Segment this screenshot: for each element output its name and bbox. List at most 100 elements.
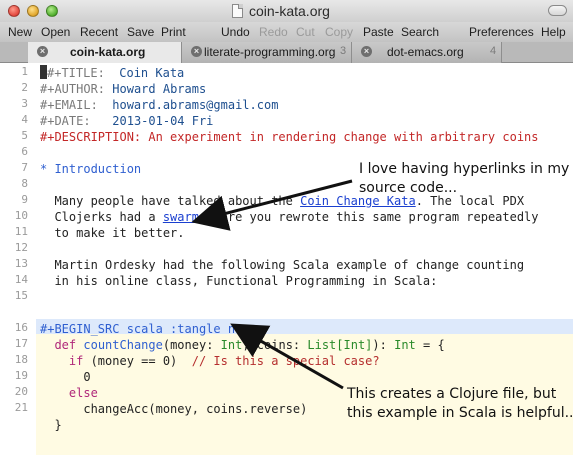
keyword-key: #+TITLE:: [47, 66, 105, 80]
close-tab-icon[interactable]: ×: [37, 46, 48, 57]
line-number: 13: [14, 257, 28, 270]
line-number: 6: [21, 145, 28, 158]
annotation-line: This creates a Clojure file, but: [347, 386, 557, 402]
code-text: ):: [372, 338, 395, 352]
line-number: 1: [21, 65, 28, 78]
code-line: changeAcc(money, coins.reverse): [40, 401, 307, 417]
code-keyword: if: [68, 354, 84, 368]
tab-number: 3: [340, 45, 347, 57]
swarm-link[interactable]: swarm: [163, 210, 199, 224]
tab-coin-kata[interactable]: × coin-kata.org: [28, 42, 182, 64]
line-number: 14: [14, 273, 28, 286]
code-line: #+DATE: 2013-01-04 Fri: [40, 113, 213, 129]
text: Clojerks had a: [40, 210, 163, 224]
line-number: 3: [21, 97, 28, 110]
code-line: else: [40, 385, 98, 401]
annotation-line: this example in Scala is helpful..: [347, 405, 573, 421]
line-number: 12: [14, 241, 28, 254]
tab-label: coin-kata.org: [70, 45, 146, 59]
keyword-value: Coin Kata: [119, 66, 185, 80]
code-text: , coins:: [242, 338, 308, 352]
tab-number: 4: [490, 45, 497, 57]
new-button[interactable]: New: [8, 25, 32, 39]
code-type: List[Int]: [307, 338, 373, 352]
code-text: = {: [415, 338, 445, 352]
tab-literate-programming[interactable]: × literate-programming.org 3: [182, 42, 352, 63]
line-number: 19: [14, 369, 28, 382]
code-type: Int: [220, 338, 243, 352]
line-number: 15: [14, 289, 28, 302]
line-number: 10: [14, 209, 28, 222]
close-window-button[interactable]: [8, 5, 20, 17]
line-number: 21: [14, 401, 28, 414]
annotation-hyperlinks: I love having hyperlinks in my source co…: [359, 160, 569, 198]
line-number: 11: [14, 225, 28, 238]
paste-button[interactable]: Paste: [363, 25, 394, 39]
annotation-clojure-file: This creates a Clojure file, but this ex…: [347, 385, 573, 423]
line-number: 5: [21, 129, 28, 142]
code-type: Int: [394, 338, 416, 352]
keyword-key: #+DATE:: [40, 114, 91, 128]
tab-label: dot-emacs.org: [387, 45, 464, 59]
redo-button[interactable]: Redo: [259, 25, 288, 39]
line-number: 8: [21, 177, 28, 190]
keyword-value: Howard Abrams: [112, 82, 207, 96]
recent-button[interactable]: Recent: [80, 25, 118, 39]
cut-button[interactable]: Cut: [296, 25, 315, 39]
annotation-line: I love having hyperlinks in my: [359, 161, 570, 177]
code-line: if (money == 0) // Is this a special cas…: [40, 353, 380, 369]
minimize-window-button[interactable]: [27, 5, 39, 17]
line-number: 4: [21, 113, 28, 126]
code-line: #+EMAIL: howard.abrams@gmail.com: [40, 97, 278, 113]
code-text: (money:: [162, 338, 221, 352]
org-heading[interactable]: * Introduction: [40, 161, 141, 177]
line-number: 16: [14, 321, 28, 334]
line-number: 9: [21, 193, 28, 206]
text: where you rewrote this same program repe…: [198, 210, 539, 224]
tab-bar: × coin-kata.org × literate-programming.o…: [0, 42, 573, 64]
code-line: #+TITLE: Coin Kata: [40, 65, 184, 81]
close-tab-icon[interactable]: ×: [191, 46, 202, 57]
code-line: #+AUTHOR: Howard Abrams: [40, 81, 206, 97]
keyword-value: 2013-01-04 Fri: [112, 114, 214, 128]
document-icon: [232, 4, 243, 18]
close-tab-icon[interactable]: ×: [361, 46, 372, 57]
line-number: 7: [21, 161, 28, 174]
line-number: 2: [21, 81, 28, 94]
toolbar-toggle-button[interactable]: [548, 5, 567, 16]
code-function: countChange: [83, 338, 163, 352]
code-text: 0: [83, 370, 91, 384]
code-line: }: [40, 417, 62, 433]
code-line: def countChange(money: Int, coins: List[…: [40, 337, 445, 353]
print-button[interactable]: Print: [161, 25, 186, 39]
line-number: 18: [14, 353, 28, 366]
code-keyword: else: [68, 386, 98, 400]
save-button[interactable]: Save: [127, 25, 154, 39]
title-bar: coin-kata.org: [0, 0, 573, 22]
code-line: 0: [40, 369, 91, 385]
copy-button[interactable]: Copy: [325, 25, 353, 39]
window-title: coin-kata.org: [249, 3, 330, 19]
open-button[interactable]: Open: [41, 25, 70, 39]
tab-dot-emacs[interactable]: × dot-emacs.org 4: [352, 42, 502, 63]
search-button[interactable]: Search: [401, 25, 439, 39]
line-number: 20: [14, 385, 28, 398]
toolbar: New Open Recent Save Print Undo Redo Cut…: [0, 22, 573, 42]
keyword-key: #+EMAIL:: [40, 98, 98, 112]
code-text: changeAcc(money, coins.reverse): [83, 402, 308, 416]
help-button[interactable]: Help: [541, 25, 566, 39]
code-text: (money == 0): [83, 354, 192, 368]
zoom-window-button[interactable]: [46, 5, 58, 17]
text: Many people have talked about the: [40, 194, 301, 208]
annotation-line: source code...: [359, 180, 458, 196]
undo-button[interactable]: Undo: [221, 25, 250, 39]
code-comment: // Is this a special case?: [191, 354, 380, 368]
tab-label: literate-programming.org: [204, 45, 336, 59]
code-text: }: [54, 418, 62, 432]
keyword-key: #+AUTHOR:: [40, 82, 106, 96]
code-keyword: def: [54, 338, 77, 352]
preferences-button[interactable]: Preferences: [469, 25, 534, 39]
code-line: to make it better.: [40, 226, 185, 240]
code-line: in his online class, Functional Programm…: [40, 274, 438, 288]
code-line: Martin Ordesky had the following Scala e…: [40, 258, 525, 272]
